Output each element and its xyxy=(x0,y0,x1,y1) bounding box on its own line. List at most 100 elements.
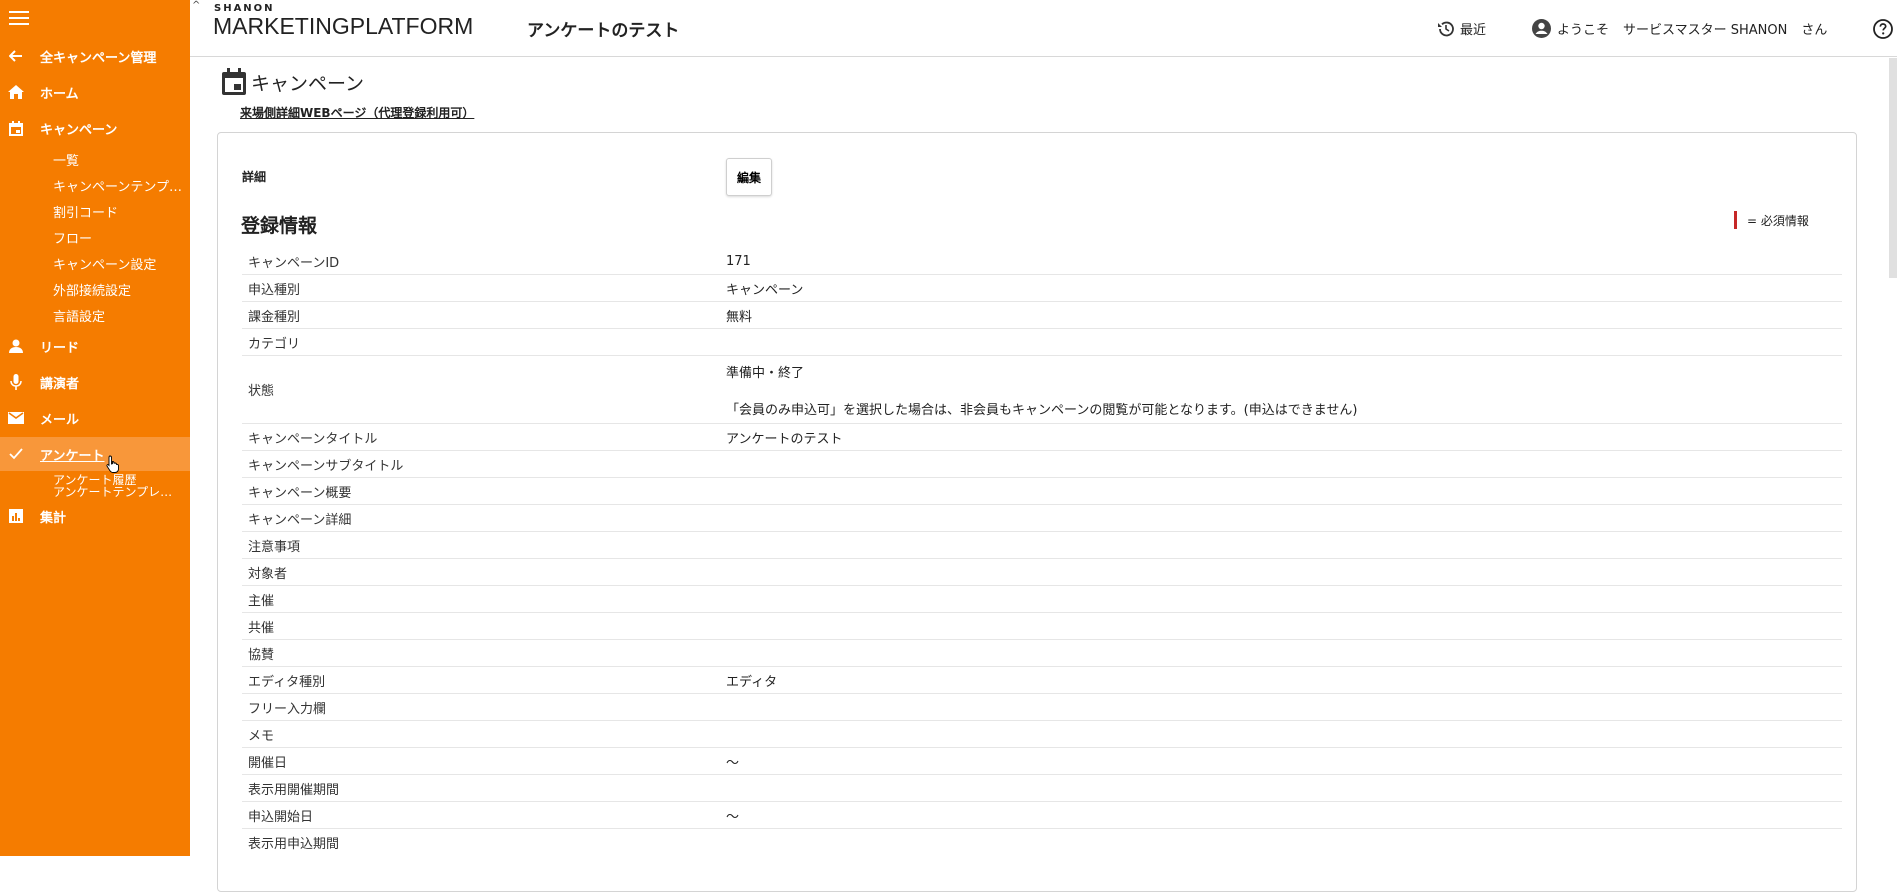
registration-title: 登録情報 xyxy=(241,215,318,237)
nav-sub-campaign-template[interactable]: キャンペーンテンプ… xyxy=(53,176,185,195)
row-key: キャンペーン詳細 xyxy=(248,512,352,528)
row-key: カテゴリ xyxy=(248,336,301,352)
row-key: 表示用開催期間 xyxy=(248,782,340,798)
nav-label: リード xyxy=(40,340,80,356)
row-value: 171 xyxy=(726,253,751,269)
table-row: キャンペーンID 171 xyxy=(242,248,1842,275)
attendee-detail-web-link[interactable]: 来場側詳細WEBページ（代理登録利用可） xyxy=(240,104,474,121)
edit-button[interactable]: 編集 xyxy=(726,158,772,196)
table-row: フリー入力欄 xyxy=(242,694,1842,721)
arrow-left-icon xyxy=(8,48,24,64)
row-value: キャンペーン xyxy=(726,282,804,298)
nav-label: 集計 xyxy=(40,510,67,526)
nav-back-all-campaigns[interactable]: 全キャンペーン管理 xyxy=(0,39,190,73)
check-icon xyxy=(8,446,24,462)
row-key: 注意事項 xyxy=(248,539,301,555)
bar-chart-icon xyxy=(8,508,24,524)
detail-label: 詳細 xyxy=(242,170,267,184)
nav-sub-list[interactable]: 一覧 xyxy=(53,150,185,169)
row-value: ～ xyxy=(726,755,740,771)
nav-label: 講演者 xyxy=(40,376,80,392)
recent-label: 最近 xyxy=(1460,23,1487,38)
user-suffix: さん xyxy=(1801,23,1828,38)
row-value: ～ xyxy=(726,809,740,825)
table-row: 対象者 xyxy=(242,559,1842,586)
table-row: メモ xyxy=(242,721,1842,748)
history-icon xyxy=(1437,20,1455,38)
table-row: 注意事項 xyxy=(242,532,1842,559)
status-value: 準備中・終了 xyxy=(726,365,805,381)
row-key: キャンペーンID xyxy=(248,255,340,271)
nav-label: キャンペーン xyxy=(40,122,118,138)
table-row: 申込種別 キャンペーン xyxy=(242,275,1842,302)
recent-button[interactable]: 最近 xyxy=(1437,19,1486,38)
top-bar: ^ SHANON MARKETINGPLATFORM アンケートのテスト 最近 … xyxy=(190,0,1897,57)
sidebar: 全キャンペーン管理 ホーム キャンペーン 一覧 キャンペーンテンプ… 割引コード… xyxy=(0,0,190,856)
required-legend-text: = 必須情報 xyxy=(1747,213,1809,228)
calendar-icon xyxy=(221,68,247,96)
microphone-icon xyxy=(8,374,24,390)
home-icon xyxy=(8,84,24,100)
hand-cursor-icon xyxy=(106,455,120,477)
nav-lead[interactable]: リード xyxy=(0,329,190,363)
nav-aggregate[interactable]: 集計 xyxy=(0,499,190,533)
nav-campaign[interactable]: キャンペーン xyxy=(0,111,190,145)
welcome-label: ようこそ xyxy=(1557,23,1610,38)
row-key: 申込開始日 xyxy=(248,809,314,825)
menu-icon[interactable] xyxy=(9,11,29,27)
help-icon[interactable] xyxy=(1873,19,1893,43)
row-key: エディタ種別 xyxy=(248,674,326,690)
nav-sub-discount-code[interactable]: 割引コード xyxy=(53,202,185,221)
table-row: 課金種別 無料 xyxy=(242,302,1842,329)
row-key: キャンペーンタイトル xyxy=(248,431,378,447)
status-note: 「会員のみ申込可」を選択した場合は、非会員もキャンペーンの閲覧が可能となります。… xyxy=(726,402,1358,418)
nav-sub-language-settings[interactable]: 言語設定 xyxy=(53,306,185,325)
vertical-scrollbar[interactable] xyxy=(1889,58,1897,278)
nav-label: メール xyxy=(40,412,80,428)
table-row: キャンペーン概要 xyxy=(242,478,1842,505)
table-row: キャンペーン詳細 xyxy=(242,505,1842,532)
table-row: 表示用開催期間 xyxy=(242,775,1842,802)
nav-sub-external-connection[interactable]: 外部接続設定 xyxy=(53,280,185,299)
person-icon xyxy=(8,338,24,354)
collapse-caret-icon[interactable]: ^ xyxy=(192,0,200,11)
row-value: エディタ xyxy=(726,674,778,690)
table-row: 表示用申込期間 xyxy=(242,829,1842,856)
user-name: サービスマスター SHANON xyxy=(1623,23,1788,38)
row-key: 開催日 xyxy=(248,755,288,771)
row-key: メモ xyxy=(248,728,275,744)
row-key: 主催 xyxy=(248,593,275,609)
table-row: エディタ種別 エディタ xyxy=(242,667,1842,694)
row-key: 表示用申込期間 xyxy=(248,837,340,852)
logo-text: MARKETINGPLATFORM xyxy=(213,13,474,39)
nav-home[interactable]: ホーム xyxy=(0,75,190,109)
section-title: キャンペーン xyxy=(221,68,364,96)
table-row: 共催 xyxy=(242,613,1842,640)
row-key: キャンペーンサブタイトル xyxy=(248,458,404,474)
table-row: キャンペーンタイトル アンケートのテスト xyxy=(242,424,1842,451)
row-key: フリー入力欄 xyxy=(248,701,327,717)
required-legend: = 必須情報 xyxy=(1734,211,1809,229)
row-key: 協賛 xyxy=(248,647,275,663)
calendar-icon xyxy=(8,120,24,136)
user-menu[interactable]: ようこそ サービスマスター SHANON さん xyxy=(1532,19,1827,38)
table-row: キャンペーンサブタイトル xyxy=(242,451,1842,478)
section-title-text: キャンペーン xyxy=(251,72,365,95)
nav-sub-campaign-settings[interactable]: キャンペーン設定 xyxy=(53,254,185,273)
row-value: 準備中・終了 「会員のみ申込可」を選択した場合は、非会員もキャンペーンの閲覧が可… xyxy=(722,362,1842,418)
table-row: 状態 準備中・終了 「会員のみ申込可」を選択した場合は、非会員もキャンペーンの閲… xyxy=(242,356,1842,424)
table-row: 開催日 ～ xyxy=(242,748,1842,775)
table-row: 協賛 xyxy=(242,640,1842,667)
main-content: キャンペーン 来場側詳細WEBページ（代理登録利用可） 詳細 編集 登録情報 =… xyxy=(190,58,1897,892)
nav-label: アンケート xyxy=(40,448,105,464)
row-key: 状態 xyxy=(248,384,275,399)
nav-sub-flow[interactable]: フロー xyxy=(53,228,185,247)
nav-sub-survey-template[interactable]: アンケートテンプレ… xyxy=(53,486,185,499)
nav-survey[interactable]: アンケート xyxy=(0,437,190,471)
row-key: キャンペーン概要 xyxy=(248,485,352,501)
nav-label: 全キャンペーン管理 xyxy=(40,50,157,66)
row-key: 課金種別 xyxy=(248,309,301,325)
nav-speaker[interactable]: 講演者 xyxy=(0,365,190,399)
row-value: 無料 xyxy=(726,309,753,325)
nav-mail[interactable]: メール xyxy=(0,401,190,435)
